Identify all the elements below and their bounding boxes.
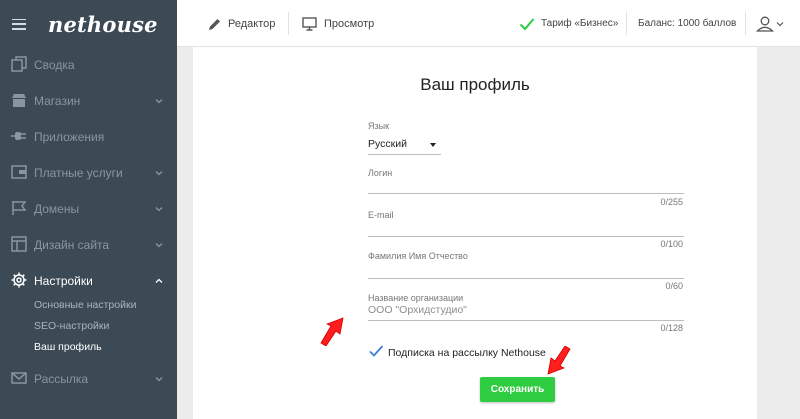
full-name-counter: 0/60 [665,281,683,291]
login-counter: 0/255 [660,197,683,207]
chevron-down-icon [776,21,784,26]
sidebar-subitem-main-settings[interactable]: Основные настройки [34,299,136,311]
chevron-down-icon [155,99,163,104]
chevron-down-icon [155,207,163,212]
editor-label: Редактор [228,17,276,30]
copy-icon [11,56,27,72]
language-select[interactable]: Русский [368,138,407,150]
preview-button[interactable]: Просмотр [302,0,374,47]
user-menu-button[interactable] [756,0,784,47]
sidebar-subitem-your-profile[interactable]: Ваш профиль [34,341,102,353]
chevron-down-icon [155,243,163,248]
editor-button[interactable]: Редактор [208,0,275,47]
full-name-input[interactable] [368,263,684,277]
dropdown-caret-icon[interactable] [430,143,436,147]
sidebar-item-mailing[interactable]: Рассылка [0,361,177,397]
email-input[interactable] [368,221,684,235]
sidebar-item-label: Настройки [34,274,93,288]
preview-label: Просмотр [324,17,375,30]
top-bar: Редактор Просмотр Тариф «Бизнес» Баланс:… [177,0,800,47]
organization-input[interactable]: ООО "Орхидстудио" [368,304,467,316]
user-icon [756,16,774,32]
language-label: Язык [368,121,390,131]
chevron-down-icon [155,377,163,382]
login-label: Логин [368,168,393,178]
login-input[interactable] [368,178,684,192]
login-input-underline [368,193,684,194]
sidebar-item-label: Рассылка [34,372,89,386]
monitor-icon [302,16,317,31]
sidebar-item-label: Домены [34,202,80,216]
organization-label: Название организации [368,293,464,303]
checkmark-icon [519,17,535,30]
subscription-label[interactable]: Подписка на рассылку Nethouse [388,347,546,359]
page-title: Ваш профиль [420,75,530,94]
sidebar-item-site-design[interactable]: Дизайн сайта [0,227,177,263]
hamburger-menu-icon[interactable] [12,18,26,30]
red-arrow-icon [547,346,571,375]
subscription-checkbox[interactable] [368,343,384,359]
store-icon [12,94,26,107]
full-name-label: Фамилия Имя Отчество [368,251,468,261]
balance-label: Баланс: 1000 баллов [638,18,737,29]
sidebar-subitem-seo-settings[interactable]: SEO-настройки [34,320,109,332]
profile-card: Ваш профиль Язык Русский Логин 0/255 E-m… [193,47,757,419]
main-content: Ваш профиль Язык Русский Логин 0/255 E-m… [177,47,800,419]
email-label: E-mail [368,210,394,220]
sidebar-item-label: Платные услуги [34,166,123,180]
sidebar-item-label: Магазин [34,94,81,108]
sidebar-item-apps[interactable]: Приложения [0,119,177,155]
flag-icon [12,201,27,215]
sidebar-item-label: Дизайн сайта [34,238,110,252]
sidebar-header: nethouse [0,0,177,48]
organization-counter: 0/128 [660,323,683,333]
tariff-indicator[interactable]: Тариф «Бизнес» [519,0,618,47]
divider [745,12,746,35]
full-name-input-underline [368,278,684,279]
plug-icon [11,132,26,140]
layout-icon [11,236,27,252]
wallet-icon [11,165,27,179]
email-counter: 0/100 [660,239,683,249]
sidebar: nethouse Сводка Магазин Приложения Платн… [0,0,177,419]
sidebar-item-summary[interactable]: Сводка [0,47,177,83]
sidebar-item-label: Приложения [34,130,105,144]
sidebar-item-settings[interactable]: Настройки [0,263,177,299]
divider [626,12,627,35]
chevron-up-icon [155,278,163,283]
sidebar-item-domains[interactable]: Домены [0,191,177,227]
red-arrow-icon [320,317,344,346]
mail-icon [11,372,27,384]
save-button[interactable]: Сохранить [480,377,555,402]
nethouse-logo[interactable]: nethouse [48,12,158,37]
sidebar-item-label: Сводка [34,58,75,72]
tariff-label: Тариф «Бизнес» [541,18,619,29]
email-input-underline [368,236,684,237]
language-select-underline [368,154,441,155]
sidebar-item-paid-services[interactable]: Платные услуги [0,155,177,191]
pencil-icon [209,18,220,30]
divider [288,12,289,35]
organization-input-underline [368,320,684,321]
sidebar-item-store[interactable]: Магазин [0,83,177,119]
chevron-down-icon [155,171,163,176]
gear-icon [11,272,27,288]
